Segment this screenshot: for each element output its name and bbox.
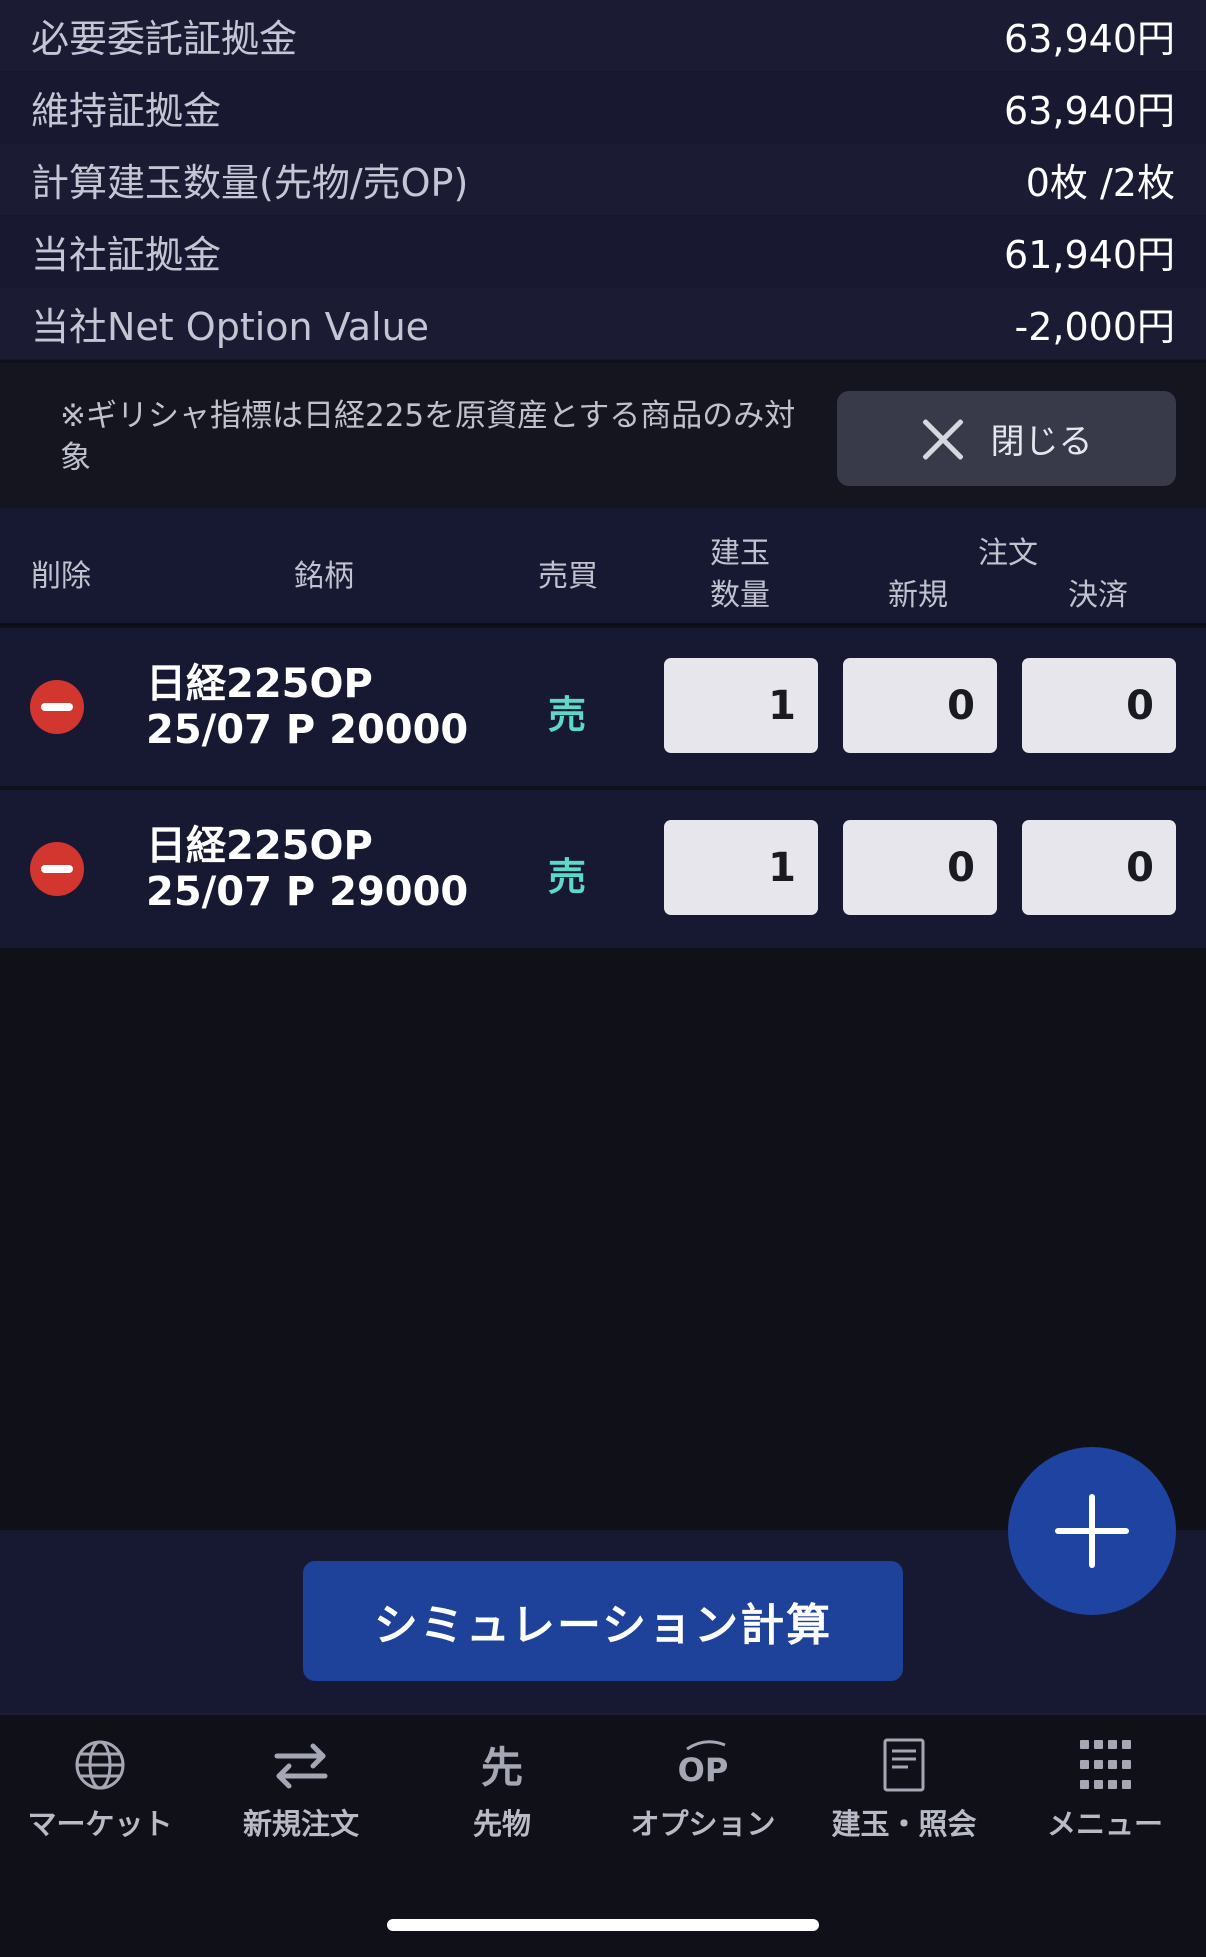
summary-label: 必要委託証拠金 xyxy=(31,17,298,61)
tab-label: 新規注文 xyxy=(242,1807,359,1841)
header-position-line2: 数量 xyxy=(710,578,770,613)
header-side: 売買 xyxy=(538,559,598,594)
option-icon: OP xyxy=(673,1735,733,1795)
add-plus-icon[interactable] xyxy=(1008,1447,1176,1615)
position-qty-field[interactable]: 1 xyxy=(664,658,818,753)
svg-text:OP: OP xyxy=(678,1751,729,1789)
header-order: 注文 xyxy=(978,536,1038,571)
tab-options[interactable]: OP オプション xyxy=(603,1735,803,1845)
table-row: 日経225OP 25/07 P 29000 売 1 0 0 xyxy=(0,790,1206,948)
summary-row-required-margin: 必要委託証拠金 63,940円 xyxy=(0,0,1206,72)
summary-label: 維持証拠金 xyxy=(31,89,222,133)
tab-futures[interactable]: 先 先物 xyxy=(402,1735,602,1845)
header-settle: 決済 xyxy=(1068,578,1128,613)
tab-label: 建玉・照会 xyxy=(831,1807,977,1841)
svg-text:先: 先 xyxy=(481,1743,523,1792)
header-new: 新規 xyxy=(888,578,948,613)
tab-label: メニュー xyxy=(1046,1807,1163,1841)
summary-value: 63,940円 xyxy=(1004,89,1175,133)
side-label: 売 xyxy=(548,855,587,899)
globe-icon xyxy=(70,1735,130,1795)
instrument-contract: 25/07 P 20000 xyxy=(146,707,469,753)
tab-label: マーケット xyxy=(27,1807,173,1841)
tab-new-order[interactable]: 新規注文 xyxy=(201,1735,401,1845)
side-label: 売 xyxy=(548,693,587,737)
close-icon xyxy=(921,417,965,461)
instrument-name: 日経225OP xyxy=(146,823,373,869)
close-button-label: 閉じる xyxy=(990,422,1093,462)
tab-menu[interactable]: メニュー xyxy=(1005,1735,1205,1845)
summary-row-company-margin: 当社証拠金 61,940円 xyxy=(0,216,1206,288)
header-position-line1: 建玉 xyxy=(710,536,770,571)
remove-row-icon[interactable] xyxy=(30,842,84,896)
new-order-qty-field[interactable]: 0 xyxy=(843,820,997,915)
summary-row-maintenance-margin: 維持証拠金 63,940円 xyxy=(0,72,1206,144)
header-delete: 削除 xyxy=(31,559,91,594)
greeks-note-bar: ※ギリシャ指標は日経225を原資産とする商品のみ対象 閉じる xyxy=(0,363,1206,508)
summary-value: 61,940円 xyxy=(1004,233,1175,277)
home-indicator[interactable] xyxy=(387,1919,819,1931)
summary-value: 63,940円 xyxy=(1004,17,1175,61)
position-qty-field[interactable]: 1 xyxy=(664,820,818,915)
new-order-qty-field[interactable]: 0 xyxy=(843,658,997,753)
close-button[interactable]: 閉じる xyxy=(837,391,1176,486)
summary-row-net-option-value: 当社Net Option Value -2,000円 xyxy=(0,288,1206,360)
summary-value: 0枚 /2枚 xyxy=(1025,161,1175,205)
summary-value: -2,000円 xyxy=(1014,305,1176,349)
settle-order-qty-field[interactable]: 0 xyxy=(1022,658,1176,753)
table-row: 日経225OP 25/07 P 20000 売 1 0 0 xyxy=(0,628,1206,786)
greeks-note-text: ※ギリシャ指標は日経225を原資産とする商品のみ対象 xyxy=(60,398,796,476)
tab-positions[interactable]: 建玉・照会 xyxy=(804,1735,1004,1845)
settle-order-qty-field[interactable]: 0 xyxy=(1022,820,1176,915)
summary-row-position-count: 計算建玉数量(先物/売OP) 0枚 /2枚 xyxy=(0,144,1206,216)
summary-label: 当社証拠金 xyxy=(31,233,222,277)
instrument-cell[interactable]: 日経225OP 25/07 P 20000 xyxy=(146,661,468,753)
grid-menu-icon xyxy=(1075,1735,1135,1795)
margin-summary: 必要委託証拠金 63,940円 維持証拠金 63,940円 計算建玉数量(先物/… xyxy=(0,0,1206,360)
futures-icon: 先 xyxy=(472,1735,532,1795)
tab-label: 先物 xyxy=(472,1807,531,1841)
instrument-contract: 25/07 P 29000 xyxy=(146,869,469,915)
remove-row-icon[interactable] xyxy=(30,680,84,734)
tab-label: オプション xyxy=(630,1807,776,1841)
instrument-name: 日経225OP xyxy=(146,661,373,707)
instrument-cell[interactable]: 日経225OP 25/07 P 29000 xyxy=(146,823,468,915)
exchange-arrows-icon xyxy=(271,1735,331,1795)
document-icon xyxy=(874,1735,934,1795)
positions-table-header: 削除 銘柄 売買 建玉 数量 注文 新規 決済 xyxy=(0,508,1206,626)
simulate-button[interactable]: シミュレーション計算 xyxy=(303,1561,903,1681)
summary-label: 計算建玉数量(先物/売OP) xyxy=(31,161,469,205)
tab-market[interactable]: マーケット xyxy=(0,1735,200,1845)
summary-label: 当社Net Option Value xyxy=(31,305,430,349)
header-instrument: 銘柄 xyxy=(294,559,354,594)
